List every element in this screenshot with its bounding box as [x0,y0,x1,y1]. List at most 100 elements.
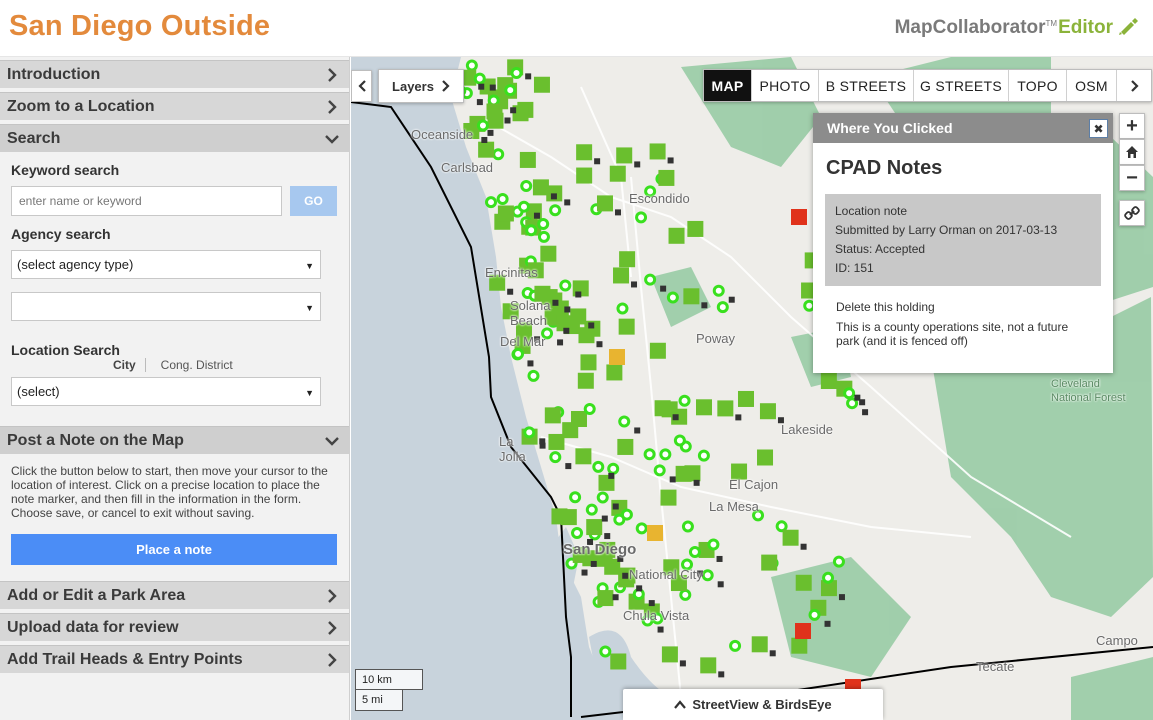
point-marker[interactable] [485,196,498,209]
holding-marker[interactable] [564,199,571,206]
holding-marker[interactable] [563,327,570,334]
point-marker[interactable] [592,460,605,473]
holding-marker[interactable] [507,288,514,295]
app-title[interactable]: San Diego Outside [9,10,270,43]
holding-marker[interactable] [533,212,540,219]
park-marker[interactable] [586,519,603,536]
point-marker[interactable] [525,224,538,237]
point-marker[interactable] [607,462,620,475]
park-marker[interactable] [578,327,595,344]
point-marker[interactable] [512,347,525,360]
section-park-area[interactable]: Add or Edit a Park Area [0,581,349,609]
park-marker[interactable] [478,141,495,158]
holding-marker[interactable] [539,438,546,445]
point-marker[interactable] [832,555,845,568]
point-marker[interactable] [504,84,517,97]
holding-marker[interactable] [608,472,615,479]
park-marker[interactable] [695,399,712,416]
park-marker[interactable] [649,143,666,160]
park-marker[interactable] [597,590,614,607]
section-upload-data[interactable]: Upload data for review [0,613,349,641]
park-marker[interactable] [700,657,717,674]
close-icon[interactable]: ✖ [1089,119,1108,138]
point-marker[interactable] [681,520,694,533]
holding-marker[interactable] [667,157,674,164]
holding-marker[interactable] [581,569,588,576]
point-marker[interactable] [476,119,489,132]
collapse-sidebar-button[interactable] [351,70,372,102]
park-marker[interactable] [486,103,503,120]
point-marker[interactable] [701,569,714,582]
point-marker[interactable] [510,67,523,80]
point-marker[interactable] [571,526,584,539]
point-marker[interactable] [659,448,672,461]
holding-marker[interactable] [612,594,619,601]
park-marker[interactable] [618,318,635,335]
holding-marker[interactable] [657,626,664,633]
note-marker[interactable] [647,525,663,541]
holding-marker[interactable] [631,281,638,288]
park-marker[interactable] [570,308,587,325]
park-marker[interactable] [660,489,677,506]
holding-marker[interactable] [669,476,676,483]
park-marker[interactable] [751,636,768,653]
park-marker[interactable] [610,653,627,670]
holding-marker[interactable] [481,136,488,143]
section-introduction[interactable]: Introduction [0,60,349,88]
section-trail-heads[interactable]: Add Trail Heads & Entry Points [0,645,349,673]
holding-marker[interactable] [701,302,708,309]
place-note-button[interactable]: Place a note [11,534,337,565]
park-marker[interactable] [668,227,685,244]
park-marker[interactable] [782,529,799,546]
point-marker[interactable] [643,448,656,461]
holding-marker[interactable] [552,299,559,306]
park-marker[interactable] [761,554,778,571]
park-marker[interactable] [576,167,593,184]
point-marker[interactable] [673,434,686,447]
park-marker[interactable] [661,646,678,663]
park-marker[interactable] [617,438,634,455]
point-marker[interactable] [517,200,530,213]
holding-marker[interactable] [634,427,641,434]
holding-marker[interactable] [679,660,686,667]
basemap-tab-map[interactable]: MAP [704,70,752,101]
basemap-more-button[interactable] [1117,70,1151,101]
point-marker[interactable] [559,279,572,292]
park-marker[interactable] [533,76,550,93]
holding-marker[interactable] [594,158,601,165]
point-marker[interactable] [666,291,679,304]
park-marker[interactable] [616,147,633,164]
park-marker[interactable] [820,373,837,390]
holding-marker[interactable] [728,296,735,303]
park-marker[interactable] [683,288,700,305]
note-marker[interactable] [609,349,625,365]
park-marker[interactable] [497,205,514,222]
agency-name-select[interactable]: ▼ [11,292,321,321]
point-marker[interactable] [616,302,629,315]
point-marker[interactable] [679,588,692,601]
point-marker[interactable] [496,192,509,205]
holding-marker[interactable] [550,193,557,200]
park-marker[interactable] [596,195,613,212]
holding-marker[interactable] [716,555,723,562]
point-marker[interactable] [653,464,666,477]
point-marker[interactable] [644,273,657,286]
point-marker[interactable] [808,608,821,621]
holding-marker[interactable] [525,73,532,80]
point-marker[interactable] [712,284,725,297]
park-marker[interactable] [791,637,808,654]
go-button[interactable]: GO [290,186,337,216]
park-marker[interactable] [609,165,626,182]
toggle-city[interactable]: City [113,358,146,372]
point-marker[interactable] [549,204,562,217]
holding-marker[interactable] [604,533,611,540]
holding-marker[interactable] [487,129,494,136]
holding-marker[interactable] [504,117,511,124]
park-marker[interactable] [606,364,623,381]
holding-marker[interactable] [612,503,619,510]
holding-marker[interactable] [859,399,866,406]
holding-marker[interactable] [596,341,603,348]
basemap-tab-photo[interactable]: PHOTO [752,70,819,101]
holding-marker[interactable] [601,515,608,522]
holding-marker[interactable] [800,543,807,550]
